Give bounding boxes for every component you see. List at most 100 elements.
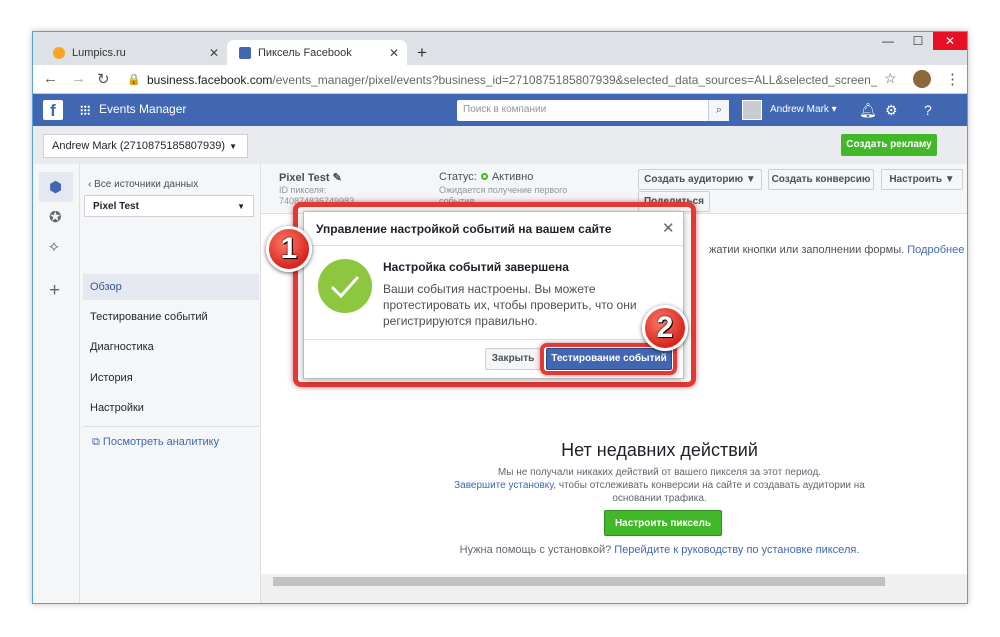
success-check-icon xyxy=(318,259,372,313)
profile-avatar[interactable] xyxy=(913,70,931,88)
pixel-name: Pixel Test ✎ xyxy=(279,171,342,184)
external-link-icon: ⧉ xyxy=(92,436,100,448)
dialog-close-button[interactable]: Закрыть xyxy=(485,348,541,370)
analytics-label: Посмотреть аналитику xyxy=(102,436,220,448)
empty-line-3: основании трафика. xyxy=(612,493,707,504)
close-window-button[interactable]: ✕ xyxy=(933,32,967,50)
setup-guide-link[interactable]: Перейдите к руководству по установке пик… xyxy=(614,544,859,556)
sidebar-item-diagnostics[interactable]: Диагностика xyxy=(83,334,259,360)
empty-state-title: Нет недавних действий xyxy=(561,440,758,460)
account-bar: Andrew Mark (2710875185807939) ▼ Создать… xyxy=(33,126,967,164)
data-source-selector[interactable]: Pixel Test ▼ xyxy=(84,195,254,217)
dialog-footer-divider xyxy=(304,339,683,340)
data-sources-icon[interactable]: ⬢ xyxy=(49,178,62,196)
icon-rail: ⬢ ✪ ⟡ + xyxy=(33,164,80,603)
sidebar-item-overview[interactable]: Обзор xyxy=(83,274,259,300)
configure-button[interactable]: Настроить ▼ xyxy=(881,169,963,190)
user-name-label: Andrew Mark xyxy=(770,104,829,115)
dialog-text: Ваши события настроены. Вы можете протес… xyxy=(383,282,637,328)
setup-pixel-button[interactable]: Настроить пиксель xyxy=(604,510,722,536)
back-arrow-icon[interactable]: ← xyxy=(43,70,58,87)
status-value: Активно xyxy=(491,171,534,183)
empty-line-1: Мы не получали никаких действий от вашег… xyxy=(497,467,822,478)
step-badge-1: 1 xyxy=(266,226,312,272)
empty-line-2-text: , чтобы отслеживать конверсии на сайте и… xyxy=(553,480,865,491)
pixel-id-label: ID пикселя: xyxy=(279,185,327,195)
sidebar-item-history[interactable]: История xyxy=(83,365,259,391)
sidebar-divider xyxy=(83,426,259,427)
test-events-button[interactable]: Тестирование событий xyxy=(546,348,672,370)
caret-down-icon: ▼ xyxy=(237,202,245,211)
tab-title: Lumpics.ru xyxy=(72,46,126,59)
empty-line-2: Завершите установку, чтобы отслеживать к… xyxy=(351,479,967,492)
apps-grid-icon[interactable] xyxy=(80,105,90,115)
close-icon[interactable]: ✕ xyxy=(662,219,675,237)
reload-icon[interactable]: ↻ xyxy=(97,70,110,88)
tab-title: Пиксель Facebook xyxy=(258,46,352,59)
view-analytics-link[interactable]: ⧉ Посмотреть аналитику xyxy=(92,436,219,449)
caret-down-icon: ▼ xyxy=(229,142,237,151)
menu-dots-icon[interactable]: ⋮ xyxy=(945,70,960,88)
facebook-logo-icon[interactable]: f xyxy=(43,100,63,120)
back-to-sources-link[interactable]: ‹ Все источники данных xyxy=(88,179,198,190)
dialog-heading: Настройка событий завершена xyxy=(383,260,569,274)
configure-label: Настроить xyxy=(889,174,942,185)
user-avatar[interactable] xyxy=(742,100,762,120)
sidebar-item-test-events[interactable]: Тестирование событий xyxy=(83,304,259,330)
dialog-divider xyxy=(304,245,683,246)
create-audience-button[interactable]: Создать аудиторию ▼ xyxy=(638,169,762,190)
pixel-status: Статус: Активно xyxy=(439,171,533,183)
create-ad-button[interactable]: Создать рекламу xyxy=(841,134,937,156)
account-selector[interactable]: Andrew Mark (2710875185807939) ▼ xyxy=(43,134,248,158)
star-icon[interactable]: ✪ xyxy=(49,208,62,226)
status-dot-icon xyxy=(480,173,488,180)
app-title: Events Manager xyxy=(99,102,187,116)
dialog-title: Управление настройкой событий на вашем с… xyxy=(316,222,612,236)
url-path: /events_manager/pixel/events?business_id… xyxy=(272,73,877,87)
back-label: Все источники данных xyxy=(94,179,199,190)
maximize-button[interactable]: ☐ xyxy=(903,32,933,50)
address-bar: ← → ↻ 🔒 business.facebook.com/events_man… xyxy=(33,65,967,94)
facebook-favicon-icon xyxy=(239,46,251,59)
empty-state-text: Мы не получали никаких действий от вашег… xyxy=(261,466,967,505)
user-name[interactable]: Andrew Mark ▾ xyxy=(770,104,837,115)
setup-help: Нужна помощь с установкой? Перейдите к р… xyxy=(261,544,967,556)
partner-integrations-icon[interactable]: ⟡ xyxy=(49,238,59,255)
create-conversion-button[interactable]: Создать конверсию xyxy=(768,169,874,190)
help-icon[interactable]: ? xyxy=(924,102,932,118)
create-audience-label: Создать аудиторию xyxy=(644,174,744,185)
pixel-name-label: Pixel Test xyxy=(279,172,330,184)
learn-more-link[interactable]: Подробнее xyxy=(907,244,964,256)
events-hint: жатии кнопки или заполнении формы. Подро… xyxy=(709,244,964,256)
bell-icon[interactable]: 🔔︎ xyxy=(859,102,877,119)
sidebar: ‹ Все источники данных Pixel Test ▼ Обзо… xyxy=(80,164,261,603)
bookmark-star-icon[interactable]: ☆ xyxy=(884,70,897,87)
forward-arrow-icon[interactable]: → xyxy=(71,70,86,87)
help-text: Нужна помощь с установкой? xyxy=(459,544,612,556)
account-label: Andrew Mark (2710875185807939) xyxy=(52,140,226,152)
company-search-input[interactable]: Поиск в компании xyxy=(457,100,729,121)
fb-header: f Events Manager Поиск в компании ⌕ Andr… xyxy=(33,94,967,126)
pencil-icon[interactable]: ✎ xyxy=(333,172,342,184)
step-badge-2: 2 xyxy=(642,305,688,351)
hint-text: жатии кнопки или заполнении формы. xyxy=(709,244,905,256)
tab-pixel-facebook[interactable]: Пиксель Facebook ✕ xyxy=(227,40,407,65)
lock-icon: 🔒 xyxy=(127,74,141,86)
sidebar-item-settings[interactable]: Настройки xyxy=(83,395,259,421)
close-tab-icon[interactable]: ✕ xyxy=(389,46,399,60)
gear-icon[interactable]: ⚙ xyxy=(885,102,898,119)
tab-bar: Lumpics.ru ✕ Пиксель Facebook ✕ + — ☐ ✕ xyxy=(33,32,967,65)
finish-setup-link[interactable]: Завершите установку xyxy=(454,480,553,491)
new-tab-button[interactable]: + xyxy=(417,43,427,63)
add-icon[interactable]: + xyxy=(49,280,60,302)
scrollbar-thumb[interactable] xyxy=(273,577,885,586)
lumpics-favicon-icon xyxy=(53,46,65,59)
url-field[interactable]: business.facebook.com/events_manager/pix… xyxy=(147,73,877,87)
source-label: Pixel Test xyxy=(93,201,139,212)
horizontal-scrollbar[interactable] xyxy=(261,574,967,603)
tab-lumpics[interactable]: Lumpics.ru ✕ xyxy=(41,40,227,65)
close-tab-icon[interactable]: ✕ xyxy=(209,46,219,60)
status-label: Статус: xyxy=(439,171,477,183)
search-icon[interactable]: ⌕ xyxy=(708,100,729,121)
minimize-button[interactable]: — xyxy=(873,32,903,50)
